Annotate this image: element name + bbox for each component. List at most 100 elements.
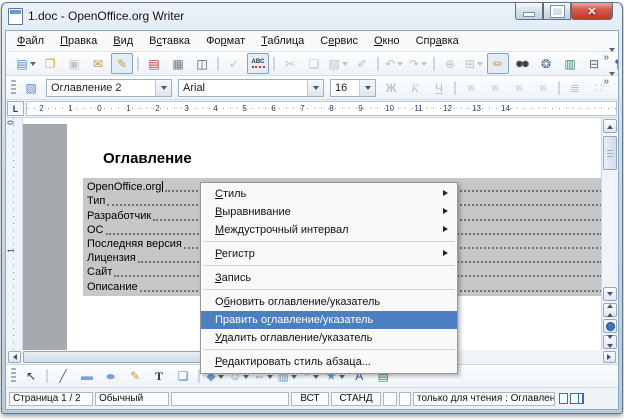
redo-button[interactable]: ↷ xyxy=(407,53,429,74)
dropdown-arrow-icon xyxy=(397,62,403,69)
cut-button[interactable]: ✂ xyxy=(279,53,301,74)
print-button[interactable]: ▦ xyxy=(167,53,189,74)
toolbar-overflow-button[interactable]: » xyxy=(603,77,615,87)
page-preview-button[interactable]: ◫ xyxy=(191,53,213,74)
overflow-arrow-icon xyxy=(609,48,615,66)
menu-bar: ФайлПравкаВидВставкаФорматТаблицаСервисО… xyxy=(6,31,618,52)
menu-item[interactable]: Файл xyxy=(9,33,52,49)
combo-dropdown-icon[interactable] xyxy=(307,80,323,96)
close-button[interactable]: ✕ xyxy=(571,3,613,20)
multi-page-view-icon[interactable] xyxy=(570,393,579,404)
navigation-button[interactable] xyxy=(603,319,617,333)
document-status-field[interactable]: только для чтения : Оглавление1 xyxy=(413,392,555,406)
insert-table-button[interactable]: ⊞ xyxy=(463,53,485,74)
previous-page-button[interactable] xyxy=(603,303,617,317)
context-menu-item[interactable]: Регистр xyxy=(201,245,457,263)
find-replace-button[interactable]: ◉◉ xyxy=(511,53,533,74)
ellipse-tool[interactable]: ● xyxy=(100,366,122,387)
underline-button[interactable]: Ч xyxy=(428,77,450,98)
menu-item[interactable]: Окно xyxy=(366,33,408,49)
align-center-button[interactable]: ≡ xyxy=(484,77,506,98)
context-menu-item[interactable]: Выравнивание xyxy=(201,203,457,221)
text-tool[interactable]: T xyxy=(148,366,170,387)
numbering-button[interactable]: ≣ xyxy=(564,77,586,98)
edit-file-button[interactable]: ✎ xyxy=(111,53,133,74)
menu-item[interactable]: Справка xyxy=(408,33,467,49)
menu-item[interactable]: Вид xyxy=(105,33,141,49)
context-menu-item[interactable]: Междустрочный интервал xyxy=(201,221,457,239)
page-indicator[interactable]: Страница 1 / 2 xyxy=(9,392,93,406)
paste-button[interactable]: ▧ xyxy=(327,53,349,74)
line-tool[interactable]: ╱ xyxy=(52,366,74,387)
rectangle-tool[interactable]: ▬ xyxy=(76,366,98,387)
context-menu-item[interactable]: Стиль xyxy=(201,185,457,203)
menu-item[interactable]: Формат xyxy=(198,33,253,49)
format-paintbrush-button[interactable]: ✐ xyxy=(351,53,373,74)
context-menu-item[interactable]: Редактировать стиль абзаца... xyxy=(201,353,457,371)
export-pdf-button[interactable]: ▤ xyxy=(143,53,165,74)
toolbar-overflow-button[interactable]: » xyxy=(603,53,615,63)
scroll-up-button[interactable] xyxy=(603,119,617,133)
align-right-button[interactable]: ≡ xyxy=(508,77,530,98)
combo-dropdown-icon[interactable] xyxy=(359,80,375,96)
minimize-button[interactable] xyxy=(515,3,543,20)
styles-panel-button[interactable]: ▨ xyxy=(20,77,42,98)
align-left-button[interactable]: ≡ xyxy=(460,77,482,98)
gallery-button[interactable]: ▥ xyxy=(559,53,581,74)
tab-selector[interactable]: L xyxy=(7,101,24,116)
scroll-left-button[interactable] xyxy=(8,351,21,363)
scroll-right-button[interactable] xyxy=(603,351,616,363)
select-tool[interactable]: ↖ xyxy=(20,366,42,387)
context-menu-item[interactable]: Удалить оглавление/указатель xyxy=(201,329,457,347)
maximize-button[interactable] xyxy=(543,3,571,20)
spellcheck-button[interactable]: ✓ xyxy=(223,53,245,74)
menu-item[interactable]: Таблица xyxy=(253,33,312,49)
callout-tool[interactable]: ❏ xyxy=(172,366,194,387)
scroll-thumb[interactable] xyxy=(603,136,617,170)
menu-item[interactable]: Вставка xyxy=(141,33,198,49)
menu-item[interactable]: Правка xyxy=(52,33,105,49)
drawing-functions-button[interactable]: ✏ xyxy=(487,53,509,74)
scroll-down-button[interactable] xyxy=(603,287,617,301)
new-document-button[interactable]: ▤ xyxy=(15,53,37,74)
writer-app-icon xyxy=(8,8,23,25)
bold-button[interactable]: Ж xyxy=(380,77,402,98)
data-sources-button[interactable]: ⊟ xyxy=(583,53,605,74)
font-name-combo[interactable]: Arial xyxy=(178,79,324,97)
toolbar-grip-icon[interactable] xyxy=(11,368,16,384)
scroll-track[interactable] xyxy=(603,134,617,286)
vertical-scrollbar[interactable] xyxy=(601,118,618,350)
email-button[interactable]: ✉ xyxy=(87,53,109,74)
horizontal-ruler[interactable]: L 2101234567891011121314 xyxy=(6,100,618,118)
copy-button[interactable]: ❏ xyxy=(303,53,325,74)
single-page-view-icon[interactable] xyxy=(559,393,568,404)
save-button[interactable]: ▣ xyxy=(63,53,85,74)
justify-button[interactable]: ≡ xyxy=(532,77,554,98)
navigator-button[interactable]: ❂ xyxy=(535,53,557,74)
insert-mode-field[interactable]: ВСТ xyxy=(291,392,329,406)
toolbar-grip-icon[interactable] xyxy=(11,80,16,96)
status-bar: Страница 1 / 2 Обычный ВСТ СТАНД только … xyxy=(6,388,618,409)
context-menu-item[interactable]: Запись xyxy=(201,269,457,287)
autospellcheck-button[interactable]: ABC xyxy=(247,53,269,74)
next-page-button[interactable] xyxy=(603,335,617,349)
context-menu-item[interactable]: Править оглавление/указатель xyxy=(201,311,457,329)
selection-mode-field[interactable]: СТАНД xyxy=(331,392,381,406)
italic-button[interactable]: К xyxy=(404,77,426,98)
paragraph-style-combo[interactable]: Оглавление 2 xyxy=(46,79,172,97)
separator xyxy=(137,57,139,71)
modified-flag-field[interactable] xyxy=(399,392,411,406)
combo-dropdown-icon[interactable] xyxy=(155,80,171,96)
ruler-number: 11 xyxy=(404,102,433,115)
font-size-combo[interactable]: 16 xyxy=(330,79,376,97)
open-folder-button[interactable]: ❐ xyxy=(39,53,61,74)
menu-item[interactable]: Сервис xyxy=(312,33,366,49)
vertical-ruler[interactable]: 10 xyxy=(6,118,23,350)
freeform-line-tool[interactable]: ✎ xyxy=(124,366,146,387)
context-menu-item[interactable]: Обновить оглавление/указатель xyxy=(201,293,457,311)
hyperlink-mode-field[interactable] xyxy=(383,392,397,406)
hyperlink-button[interactable]: ⊕ xyxy=(439,53,461,74)
page-style-field[interactable]: Обычный xyxy=(95,392,169,406)
language-field[interactable] xyxy=(171,392,289,406)
undo-button[interactable]: ↶ xyxy=(383,53,405,74)
